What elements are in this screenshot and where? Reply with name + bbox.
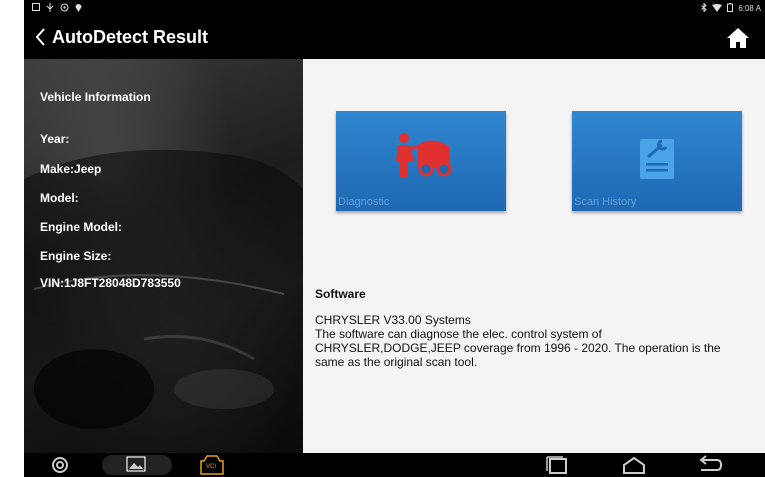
home-icon: [727, 28, 749, 48]
back-button[interactable]: AutoDetect Result: [32, 26, 208, 48]
vehicle-vin: VIN:1J8FT28048D783550: [40, 276, 181, 290]
recent-apps-button[interactable]: [545, 455, 569, 475]
diagnostic-button[interactable]: Diagnostic: [336, 111, 506, 211]
content-panel: Diagnostic Scan History Software CHRYSLE…: [303, 59, 765, 453]
scan-history-label: Scan History: [574, 196, 637, 208]
page-title: AutoDetect Result: [52, 26, 209, 47]
recent-apps-icon: [546, 456, 567, 474]
diagnostic-label: Diagnostic: [338, 196, 390, 208]
home-button[interactable]: [725, 25, 751, 51]
navigation-bar: VCI: [24, 453, 765, 477]
vehicle-engine-model: Engine Model:: [40, 220, 122, 234]
software-title: Software: [315, 287, 366, 301]
app-icon: [52, 457, 68, 473]
chevron-left-icon: [35, 28, 45, 46]
vehicle-info-panel: Vehicle Information Year: Make:Jeep Mode…: [24, 59, 303, 453]
vehicle-model: Model:: [40, 191, 79, 205]
document-wrench-icon: [640, 139, 674, 179]
vci-label: VCI: [206, 464, 217, 470]
settings-notification-icon: [60, 3, 69, 15]
back-nav-icon: [699, 455, 723, 471]
vehicle-make: Make:Jeep: [40, 162, 102, 176]
app-button[interactable]: [50, 455, 70, 475]
wifi-icon: [712, 3, 723, 15]
mechanic-icon: [396, 133, 452, 177]
clock: 6:08 A: [738, 4, 761, 13]
home-nav-button[interactable]: [621, 455, 647, 475]
app-frame: 6:08 A AutoDetect Result Vehicle Informa…: [24, 0, 765, 477]
notification-icon: [32, 3, 40, 15]
software-version: CHRYSLER V33.00 Systems: [315, 313, 471, 327]
vehicle-engine-size: Engine Size:: [40, 249, 112, 263]
screenshot-button[interactable]: [102, 455, 172, 475]
back-nav-button[interactable]: [697, 455, 723, 475]
software-description: The software can diagnose the elec. cont…: [315, 327, 721, 369]
battery-icon: [727, 3, 734, 15]
vehicle-year: Year:: [40, 132, 70, 146]
bluetooth-icon: [701, 2, 708, 15]
home-nav-icon: [623, 456, 645, 474]
title-bar: AutoDetect Result: [24, 16, 765, 59]
status-bar: 6:08 A: [24, 0, 765, 16]
scan-history-button[interactable]: Scan History: [572, 111, 742, 211]
screenshot-icon: [126, 456, 146, 472]
vehicle-info-title: Vehicle Information: [40, 90, 151, 104]
vci-button[interactable]: VCI: [199, 455, 225, 475]
location-icon: [75, 3, 82, 15]
usb-icon: [46, 3, 54, 15]
